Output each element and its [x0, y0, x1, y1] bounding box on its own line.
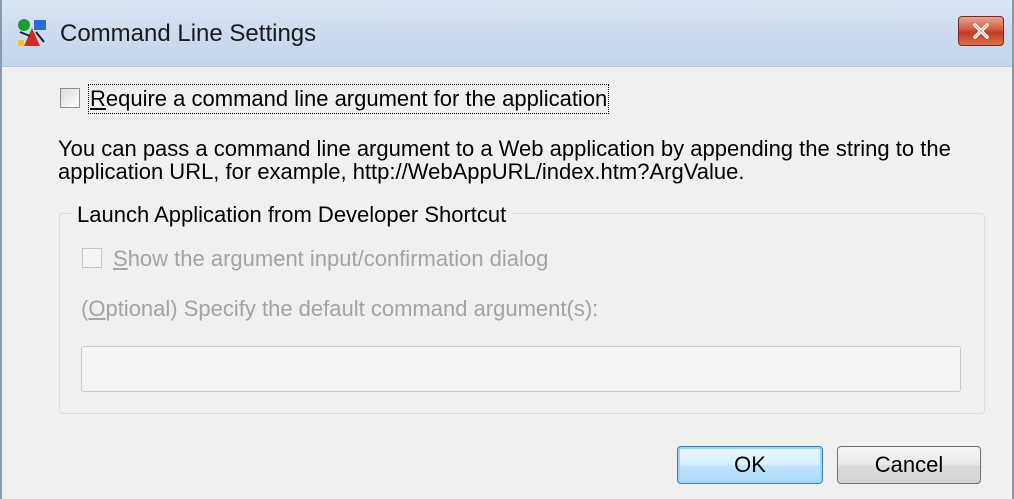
dialog-window: Command Line Settings Require a command …	[0, 0, 1014, 499]
cancel-button[interactable]: Cancel	[837, 446, 981, 484]
title-bar[interactable]: Command Line Settings	[2, 0, 1012, 67]
ok-button[interactable]: OK	[677, 446, 823, 484]
close-icon	[973, 23, 989, 39]
require-argument-label[interactable]: Require a command line argument for the …	[87, 84, 610, 114]
require-argument-checkbox[interactable]	[60, 88, 80, 108]
show-dialog-label: Show the argument input/confirmation dia…	[113, 246, 549, 271]
command-line-app-icon	[18, 19, 46, 46]
description-text: You can pass a command line argument to …	[58, 136, 951, 184]
launch-group-title: Launch Application from Developer Shortc…	[72, 202, 512, 228]
default-argument-input[interactable]	[81, 346, 961, 392]
window-title: Command Line Settings	[60, 20, 317, 47]
close-button[interactable]	[958, 16, 1004, 46]
optional-argument-label: (Optional) Specify the default command a…	[81, 296, 599, 321]
show-dialog-checkbox[interactable]	[82, 248, 102, 268]
